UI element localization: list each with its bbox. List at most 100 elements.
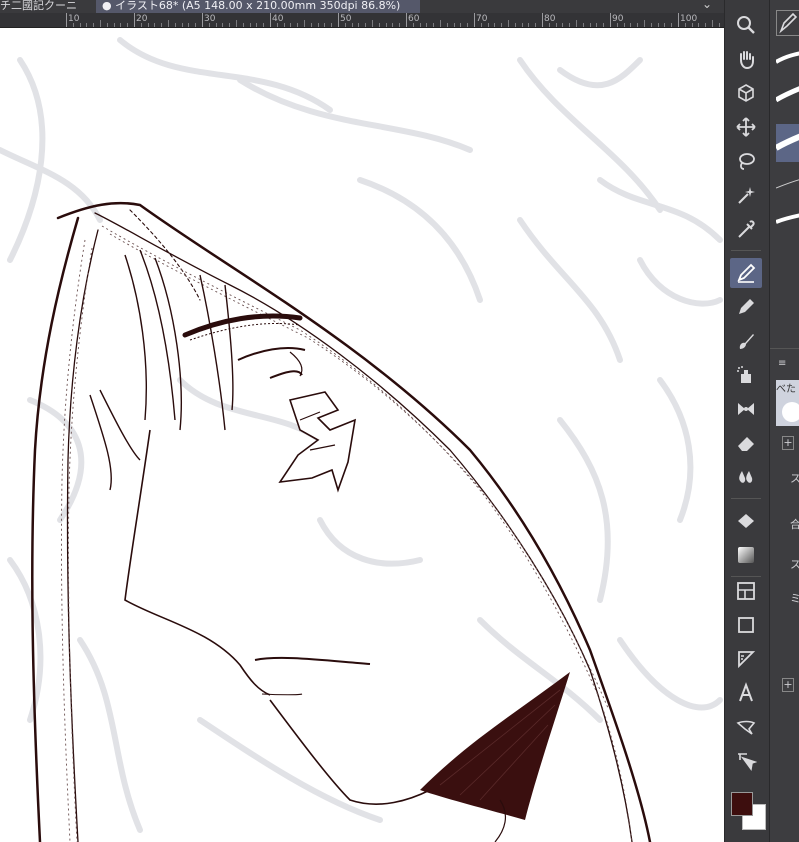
ruler-tick (610, 13, 611, 27)
property-label-2: 合 (790, 516, 799, 532)
ruler-minor-tick (548, 23, 550, 27)
ruler-minor-tick (644, 20, 645, 27)
ruler-minor-tick (242, 23, 244, 27)
ruler-minor-tick (263, 23, 265, 27)
eyedropper-icon[interactable] (730, 214, 762, 244)
ruler-minor-tick (290, 23, 292, 27)
ruler-minor-tick (440, 20, 441, 27)
ruler-tick (542, 13, 543, 27)
ruler-minor-tick (596, 23, 598, 27)
sub-tool-pen-icon[interactable] (776, 10, 799, 36)
ruler-minor-tick (623, 23, 625, 27)
ruler-minor-tick (460, 23, 462, 27)
ruler-minor-tick (603, 23, 605, 27)
ruler-tick (678, 13, 679, 27)
zoom-icon[interactable] (730, 10, 762, 40)
ruler-minor-tick (446, 23, 448, 27)
tab-current-document[interactable]: ● イラスト68* (A5 148.00 x 210.00mm 350dpi 8… (96, 0, 420, 13)
property-label-4: ミ (790, 590, 799, 606)
ruler-minor-tick (514, 23, 516, 27)
property-label-1: ス (790, 470, 799, 486)
3d-cube-icon[interactable] (730, 78, 762, 108)
document-tab-bar: チ二國記クーニ ● イラスト68* (A5 148.00 x 210.00mm … (0, 0, 724, 13)
ruler-minor-tick (215, 23, 217, 27)
balloon-icon[interactable] (730, 712, 762, 742)
operation-icon[interactable] (730, 746, 762, 776)
ruler-tick (406, 13, 407, 27)
ruler-minor-tick (324, 23, 326, 27)
magic-wand-icon[interactable] (730, 180, 762, 210)
move-icon[interactable] (730, 112, 762, 142)
brush-preset-5[interactable] (775, 204, 799, 234)
ruler-minor-tick (419, 23, 421, 27)
ruler-minor-tick (297, 23, 299, 27)
hand-icon[interactable] (730, 44, 762, 74)
ruler-minor-tick (378, 23, 380, 27)
brush-preset-2[interactable] (774, 80, 799, 110)
fill-icon[interactable] (730, 506, 762, 536)
ruler-minor-tick (569, 23, 571, 27)
ruler-minor-tick (589, 23, 591, 27)
tab-previous-document[interactable]: チ二國記クーニ (0, 0, 92, 13)
drawing-canvas[interactable] (0, 28, 724, 842)
ruler-minor-tick (535, 23, 537, 27)
ruler-minor-tick (208, 23, 210, 27)
ruler-minor-tick (712, 20, 713, 27)
ruler-minor-tick (317, 23, 319, 27)
ruler-minor-tick (698, 23, 700, 27)
add-property-button[interactable]: + (782, 436, 794, 450)
brush-preset-4[interactable] (775, 168, 799, 198)
ruler-minor-tick (93, 23, 95, 27)
ruler-minor-tick (528, 23, 530, 27)
tool-separator (731, 498, 761, 499)
brush-preset-1[interactable] (774, 44, 799, 74)
ruler-minor-tick (174, 23, 176, 27)
ruler-tick (66, 13, 67, 27)
main-color-swatch[interactable] (731, 792, 753, 816)
ruler-minor-tick (664, 23, 666, 27)
ruler-minor-tick (140, 23, 142, 27)
ruler-minor-tick (582, 23, 584, 27)
ruler-minor-tick (72, 23, 74, 27)
ruler-tick (474, 13, 475, 27)
ruler-minor-tick (79, 23, 81, 27)
blend-icon[interactable] (730, 462, 762, 492)
ruler-minor-tick (501, 23, 503, 27)
ruler-minor-tick (344, 23, 346, 27)
brush-icon[interactable] (730, 326, 762, 356)
lasso-icon[interactable] (730, 146, 762, 176)
ruler-minor-tick (494, 23, 496, 27)
ruler-minor-tick (372, 20, 373, 27)
panel-menu-icon[interactable]: ≡ (778, 358, 786, 369)
eraser-icon[interactable] (730, 428, 762, 458)
brush-size-preview[interactable]: べた (776, 380, 799, 426)
pencil-icon[interactable] (730, 292, 762, 322)
ruler-minor-tick (161, 23, 163, 27)
ruler-minor-tick (127, 23, 129, 27)
tab-overflow-chevron-icon[interactable]: ⌄ (702, 0, 712, 11)
ruler-minor-tick (365, 23, 367, 27)
artwork (0, 37, 723, 842)
ruler-minor-tick (283, 23, 285, 27)
pen-icon[interactable] (730, 258, 762, 288)
ruler-icon[interactable] (730, 644, 762, 674)
tool-palette (724, 0, 769, 842)
ruler-minor-tick (399, 23, 401, 27)
ruler-minor-tick (100, 20, 101, 27)
ruler-minor-tick (453, 23, 455, 27)
ruler-minor-tick (630, 23, 632, 27)
decoration-icon[interactable] (730, 394, 762, 424)
figure-icon[interactable] (730, 610, 762, 640)
brush-preset-3-selected[interactable] (774, 124, 799, 162)
add-property-button-2[interactable]: + (782, 678, 794, 692)
ruler-minor-tick (222, 23, 224, 27)
frame-border-icon[interactable] (730, 576, 762, 606)
ruler-minor-tick (433, 23, 435, 27)
ruler-minor-tick (147, 23, 149, 27)
color-selector[interactable] (725, 788, 769, 842)
airbrush-icon[interactable] (730, 360, 762, 390)
ruler-minor-tick (576, 20, 577, 27)
text-icon[interactable] (730, 678, 762, 708)
ruler-minor-tick (616, 23, 618, 27)
gradient-icon[interactable] (730, 540, 762, 570)
